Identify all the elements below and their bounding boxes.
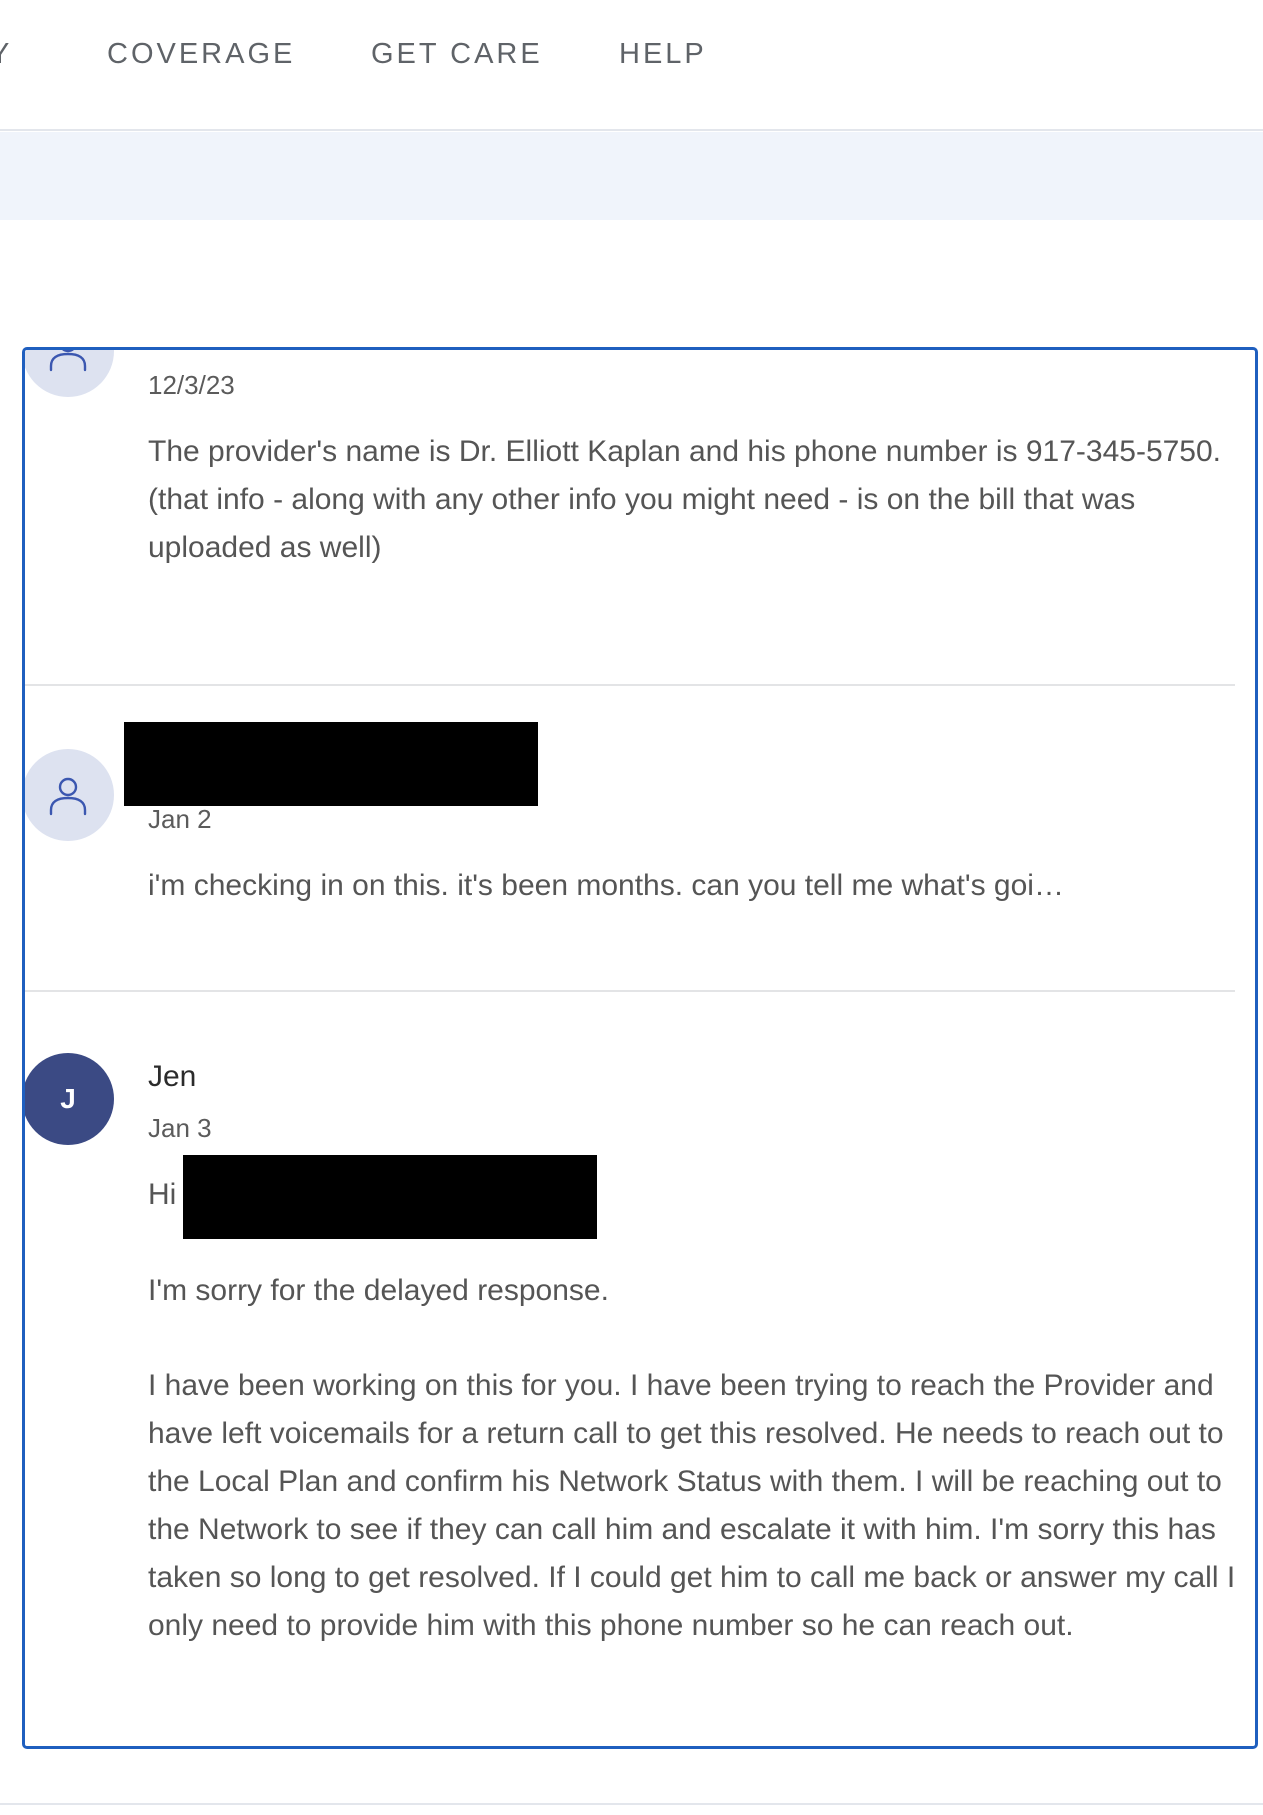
message-item: 12/3/23 The provider's name is Dr. Ellio… bbox=[25, 350, 1235, 684]
redacted-recipient-name bbox=[183, 1155, 597, 1239]
sender-name: Jen bbox=[148, 1060, 197, 1093]
avatar bbox=[25, 350, 114, 397]
person-icon bbox=[49, 350, 87, 372]
message-item: Jan 2 i'm checking in on this. it's been… bbox=[25, 686, 1235, 990]
message-thread-panel: 12/3/23 The provider's name is Dr. Ellio… bbox=[22, 347, 1258, 1749]
message-body: i'm checking in on this. it's been month… bbox=[148, 869, 1064, 902]
message-date: Jan 2 bbox=[148, 804, 212, 834]
person-icon bbox=[49, 777, 87, 816]
message-paragraph: I'm sorry for the delayed response. bbox=[148, 1274, 609, 1307]
nav-item-help[interactable]: HELP bbox=[619, 38, 707, 71]
message-paragraph: I have been working on this for you. I h… bbox=[148, 1369, 1236, 1642]
top-nav: Y COVERAGE GET CARE HELP bbox=[0, 0, 1263, 131]
page-divider bbox=[0, 1803, 1263, 1805]
redacted-sender-name bbox=[124, 722, 538, 806]
message-item: J Jen Jan 3 Hi I'm sorry for the delayed… bbox=[25, 992, 1235, 1746]
nav-item-get-care[interactable]: GET CARE bbox=[371, 38, 543, 71]
sub-header-bar bbox=[0, 132, 1263, 220]
avatar bbox=[25, 749, 114, 841]
message-date: 12/3/23 bbox=[148, 370, 235, 400]
message-date: Jan 3 bbox=[148, 1113, 212, 1143]
avatar-initial: J bbox=[60, 1083, 76, 1114]
message-greeting: Hi bbox=[148, 1178, 177, 1211]
avatar: J bbox=[25, 1053, 114, 1145]
nav-item-partial[interactable]: Y bbox=[0, 38, 12, 71]
nav-item-coverage[interactable]: COVERAGE bbox=[107, 38, 295, 71]
message-body: The provider's name is Dr. Elliott Kapla… bbox=[148, 435, 1222, 564]
